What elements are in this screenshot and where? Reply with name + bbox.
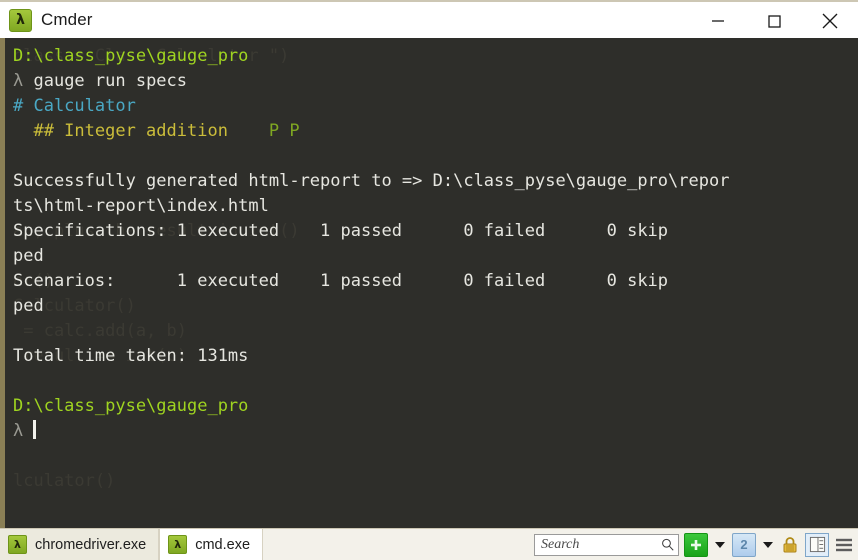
- window-controls: [690, 2, 858, 40]
- terminal-text: # Calculator: [13, 96, 136, 116]
- tab-label: chromedriver.exe: [35, 536, 147, 553]
- magnifier-icon[interactable]: [661, 537, 674, 552]
- terminal-text: λ: [13, 71, 34, 91]
- terminal-line: ## Integer addition P P: [13, 119, 858, 144]
- tab-strip: λ chromedriver.exe λ cmd.exe: [0, 529, 264, 560]
- status-bar: λ chromedriver.exe λ cmd.exe Search 2: [0, 528, 858, 560]
- terminal-text: ts\html-report\index.html: [13, 196, 269, 216]
- terminal-text: Scenarios: 1 executed 1 passed 0 failed …: [13, 271, 669, 291]
- tab-label: cmd.exe: [195, 536, 251, 553]
- tab-count-label: 2: [740, 537, 748, 552]
- terminal-line: λ gauge run specs: [13, 69, 858, 94]
- terminal-line: D:\class_pyse\gauge_pro: [13, 394, 858, 419]
- terminal-text: P P: [227, 121, 300, 141]
- terminal-text: Successfully generated html-report to =>…: [13, 171, 730, 191]
- search-box[interactable]: [534, 533, 679, 556]
- close-icon: [822, 13, 838, 29]
- terminal-text: ped: [13, 296, 44, 316]
- menu-button[interactable]: [834, 536, 854, 554]
- hamburger-menu-icon: [836, 538, 852, 551]
- terminal-line: ped: [13, 244, 858, 269]
- terminal-panel[interactable]: class = Class Calculator ") an, plus the …: [0, 38, 858, 528]
- terminal-line: Specifications: 1 executed 1 passed 0 fa…: [13, 219, 858, 244]
- maximize-button[interactable]: [746, 2, 802, 40]
- title-bar: λ Cmder: [0, 0, 858, 38]
- tab-count-button[interactable]: 2: [732, 532, 756, 557]
- terminal-text: λ: [13, 421, 34, 441]
- minimize-icon: [712, 20, 724, 22]
- terminal-line: Scenarios: 1 executed 1 passed 0 failed …: [13, 269, 858, 294]
- terminal-output[interactable]: D:\class_pyse\gauge_pro λ gauge run specs…: [5, 38, 858, 528]
- maximize-icon: [768, 15, 781, 28]
- padlock-icon: [783, 536, 797, 552]
- lambda-icon: λ: [8, 535, 27, 554]
- terminal-text: Specifications: 1 executed 1 passed 0 fa…: [13, 221, 669, 241]
- panel-toggle-button[interactable]: [805, 532, 829, 557]
- chevron-down-icon: [715, 541, 725, 548]
- terminal-line: ts\html-report\index.html: [13, 194, 858, 219]
- terminal-line: # Calculator: [13, 94, 858, 119]
- search-input[interactable]: [541, 536, 661, 553]
- lambda-icon: λ: [168, 535, 188, 554]
- lambda-icon: λ: [9, 8, 32, 32]
- cmder-window: λ Cmder class = Class Calculator ") an, …: [0, 0, 858, 560]
- terminal-text: D:\class_pyse\gauge_pro: [13, 396, 249, 416]
- panel-view-icon: [809, 536, 825, 553]
- terminal-text: Total time taken: 131ms: [13, 346, 249, 366]
- lambda-glyph: λ: [14, 538, 21, 551]
- tab-chromedriver-exe[interactable]: λ chromedriver.exe: [0, 529, 160, 560]
- terminal-text: ## Integer addition: [13, 121, 228, 141]
- terminal-text: D:\class_pyse\gauge_pro: [13, 46, 249, 66]
- close-button[interactable]: [802, 2, 858, 40]
- tab-list-dropdown[interactable]: [761, 534, 775, 556]
- text-cursor: [33, 420, 37, 439]
- chevron-down-icon: [763, 541, 773, 548]
- new-console-dropdown[interactable]: [713, 534, 727, 556]
- terminal-text: ped: [13, 246, 44, 266]
- terminal-text: gauge run specs: [33, 71, 188, 91]
- terminal-line: λ: [13, 419, 858, 444]
- terminal-line: Total time taken: 131ms: [13, 344, 858, 369]
- tab-cmd-exe[interactable]: λ cmd.exe: [159, 529, 264, 560]
- lambda-glyph: λ: [16, 12, 25, 28]
- minimize-button[interactable]: [690, 2, 746, 40]
- terminal-line: Successfully generated html-report to =>…: [13, 169, 858, 194]
- lock-button[interactable]: [780, 535, 800, 555]
- terminal-line: ped: [13, 294, 858, 319]
- terminal-line: D:\class_pyse\gauge_pro: [13, 44, 858, 69]
- window-title: Cmder: [41, 10, 93, 29]
- new-console-button[interactable]: [684, 532, 708, 557]
- status-bar-controls: 2: [534, 529, 858, 560]
- plus-icon: [691, 539, 701, 550]
- lambda-glyph: λ: [174, 538, 182, 551]
